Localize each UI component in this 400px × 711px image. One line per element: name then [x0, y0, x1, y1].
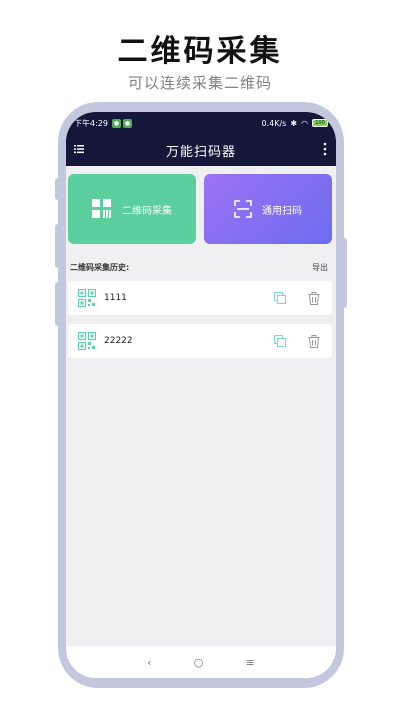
app-bar: 万能扫码器 [66, 134, 336, 166]
history-list-item[interactable]: 1111 [68, 281, 332, 315]
general-scan-label: 通用扫码 [262, 205, 302, 217]
status-indicators: 0.4K/s ✱ ◠ 100 [261, 119, 328, 128]
phone-side-button [55, 178, 61, 200]
system-nav-bar: ‹ ○ ≡ [66, 646, 336, 678]
phone-screen: 下午4:29 ● ● 0.4K/s ✱ ◠ 100 万能扫码器 二维码采集 通用… [66, 112, 336, 678]
notification-icon: ● [111, 118, 121, 128]
scan-frame-icon [234, 200, 252, 218]
history-list-item[interactable]: 22222 [68, 324, 332, 358]
menu-icon[interactable] [74, 144, 84, 154]
promo-subtitle: 可以连续采集二维码 [127, 74, 272, 92]
trash-icon[interactable] [308, 291, 320, 305]
history-item-text: 22222 [104, 336, 133, 346]
copy-icon[interactable] [274, 292, 286, 304]
promo-title: 二维码采集 [117, 34, 283, 69]
history-title: 二维码采集历史: [70, 263, 130, 272]
history-item-text: 1111 [104, 293, 127, 303]
phone-side-button [55, 224, 61, 268]
status-bar: 下午4:29 ● ● 0.4K/s ✱ ◠ 100 [66, 112, 336, 134]
export-button[interactable]: 导出 [312, 262, 328, 273]
network-speed: 0.4K/s [261, 118, 287, 128]
nav-back-button[interactable]: ‹ [147, 656, 151, 669]
phone-side-button [341, 238, 347, 308]
qr-code-icon [78, 332, 96, 350]
nav-recents-button[interactable]: ≡ [246, 656, 255, 669]
qr-collect-button[interactable]: 二维码采集 [68, 174, 196, 244]
phone-side-button [55, 282, 61, 326]
trash-icon[interactable] [308, 334, 320, 348]
app-title: 万能扫码器 [165, 144, 236, 160]
qr-code-icon [78, 289, 96, 307]
more-options-icon[interactable] [322, 142, 328, 156]
battery-icon: 100 [312, 119, 328, 127]
wifi-icon: ◠ [301, 118, 308, 128]
general-scan-button[interactable]: 通用扫码 [204, 174, 332, 244]
copy-icon[interactable] [274, 335, 286, 347]
bluetooth-icon: ✱ [290, 118, 298, 128]
notification-icon: ● [122, 118, 132, 128]
nav-home-button[interactable]: ○ [194, 656, 204, 669]
qr-grid-icon [92, 199, 111, 218]
qr-collect-label: 二维码采集 [122, 205, 172, 217]
status-time: 下午4:29 [74, 118, 108, 128]
history-header: 二维码采集历史: 导出 [70, 262, 328, 273]
